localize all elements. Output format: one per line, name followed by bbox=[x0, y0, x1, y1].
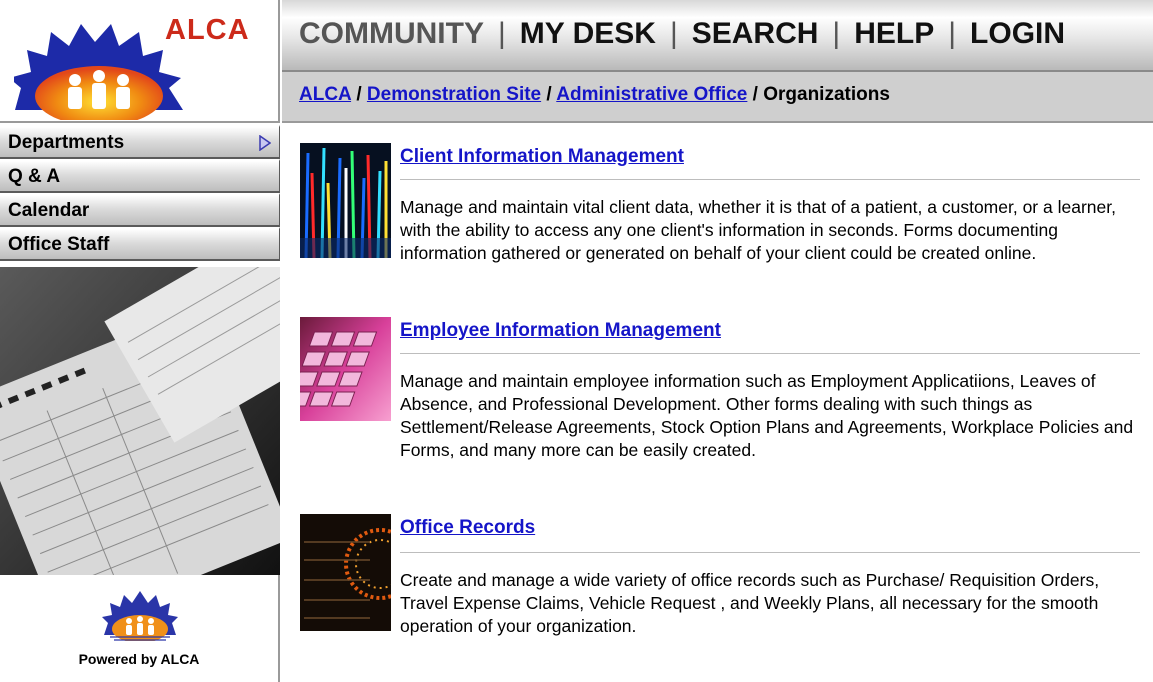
client-info-thumbnail bbox=[300, 143, 391, 258]
nav-separator: | bbox=[669, 17, 678, 50]
attendance-forms-image bbox=[0, 267, 280, 575]
nav-search[interactable]: SEARCH bbox=[692, 17, 819, 50]
divider bbox=[400, 353, 1140, 354]
top-navigation: COMMUNITY | MY DESK | SEARCH | HELP | LOGIN bbox=[282, 0, 1153, 72]
office-records-link[interactable]: Office Records bbox=[400, 517, 535, 539]
nav-separator: | bbox=[948, 17, 957, 50]
sidebar-item-office-staff[interactable]: Office Staff bbox=[0, 227, 280, 261]
client-information-description: Manage and maintain vital client data, w… bbox=[400, 197, 1116, 263]
alca-small-logo-icon bbox=[102, 591, 178, 641]
breadcrumb-separator: / bbox=[747, 84, 764, 105]
breadcrumb-separator: / bbox=[541, 84, 557, 105]
keyboard-image bbox=[300, 317, 391, 421]
powered-by-area: Powered by ALCA bbox=[0, 575, 280, 682]
sidebar-item-label: Departments bbox=[8, 132, 125, 153]
employee-information-link[interactable]: Employee Information Management bbox=[400, 320, 721, 342]
logo-text: ALCA bbox=[165, 14, 250, 46]
nav-community[interactable]: COMMUNITY bbox=[299, 17, 484, 50]
nav-separator: | bbox=[497, 17, 506, 50]
sidebar-item-label: Q & A bbox=[8, 166, 61, 187]
office-records-description: Create and manage a wide variety of offi… bbox=[400, 570, 1100, 636]
nav-login[interactable]: LOGIN bbox=[970, 17, 1065, 50]
triangle-right-icon bbox=[259, 135, 271, 151]
sidebar-item-departments[interactable]: Departments bbox=[0, 125, 280, 159]
breadcrumb-link-alca[interactable]: ALCA bbox=[299, 84, 351, 105]
breadcrumb: ALCA / Demonstration Site / Administrati… bbox=[299, 84, 890, 106]
divider bbox=[400, 179, 1140, 180]
sidebar: Departments Q & A Calendar Office Staff bbox=[0, 125, 280, 261]
powered-by-text: Powered by ALCA bbox=[78, 651, 200, 667]
logo-area: ALCA bbox=[0, 0, 280, 123]
sidebar-photo bbox=[0, 267, 280, 575]
light-streaks-image bbox=[300, 143, 391, 258]
breadcrumb-current: Organizations bbox=[763, 84, 890, 105]
sidebar-item-label: Calendar bbox=[8, 200, 90, 221]
breadcrumb-link-administrative-office[interactable]: Administrative Office bbox=[556, 84, 747, 105]
breadcrumb-bar: ALCA / Demonstration Site / Administrati… bbox=[282, 72, 1153, 123]
sidebar-item-q-and-a[interactable]: Q & A bbox=[0, 159, 280, 193]
sidebar-item-label: Office Staff bbox=[8, 234, 110, 255]
breadcrumb-link-demonstration-site[interactable]: Demonstration Site bbox=[367, 84, 541, 105]
breadcrumb-separator: / bbox=[351, 84, 367, 105]
divider bbox=[400, 552, 1140, 553]
glowing-text-image bbox=[300, 514, 391, 631]
office-records-thumbnail bbox=[300, 514, 391, 631]
employee-information-description: Manage and maintain employee information… bbox=[400, 371, 1134, 460]
nav-separator: | bbox=[832, 17, 841, 50]
employee-info-thumbnail bbox=[300, 317, 391, 421]
nav-help[interactable]: HELP bbox=[854, 17, 934, 50]
client-information-link[interactable]: Client Information Management bbox=[400, 146, 684, 168]
sidebar-item-calendar[interactable]: Calendar bbox=[0, 193, 280, 227]
nav-my-desk[interactable]: MY DESK bbox=[520, 17, 656, 50]
